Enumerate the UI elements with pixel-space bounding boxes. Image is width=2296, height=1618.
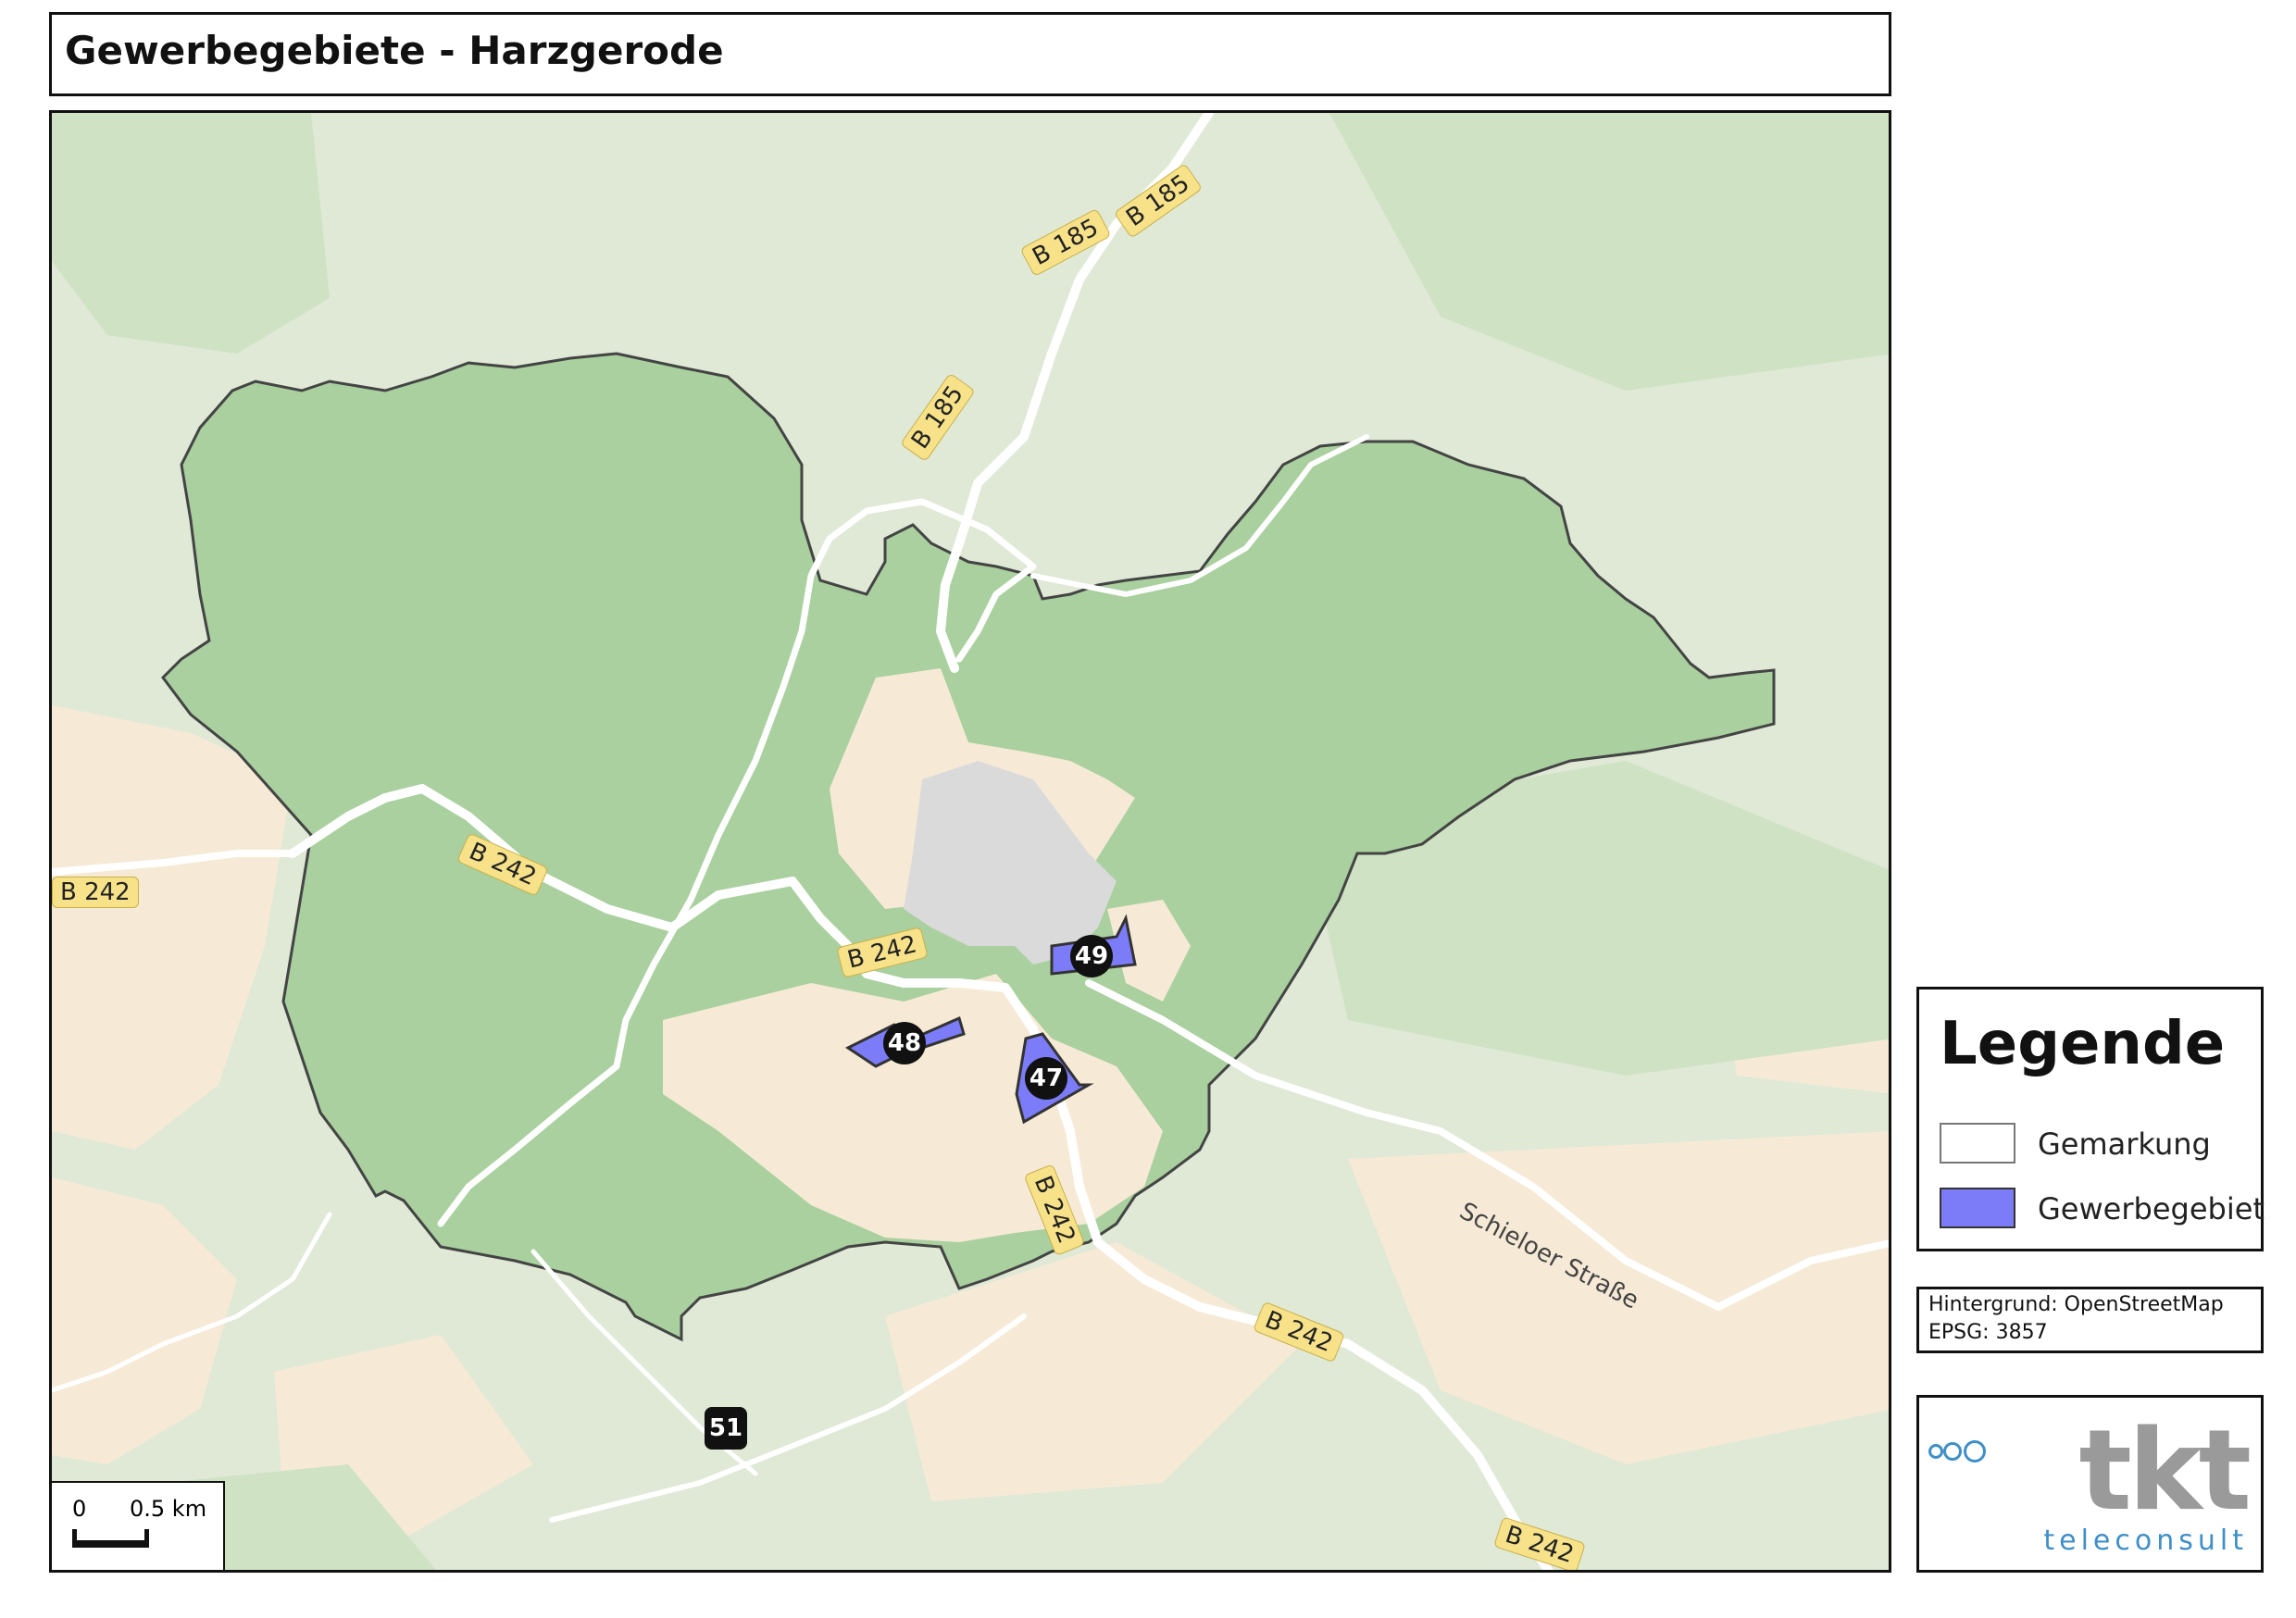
road-label: B 242 [52, 877, 139, 908]
title-box: Gewerbegebiete - Harzgerode [49, 12, 1891, 96]
source-line-background: Hintergrund: OpenStreetMap [1928, 1293, 2224, 1316]
map-frame[interactable]: B 185 B 185 B 185 B 242 B 242 B 242 B 24… [49, 110, 1891, 1573]
legend-swatch-gewerbegebiet [1940, 1188, 2015, 1228]
legend-swatch-gemarkung [1940, 1123, 2015, 1164]
legend-label-gemarkung: Gemarkung [2038, 1126, 2211, 1162]
scale-zero: 0 [72, 1496, 87, 1522]
logo-dot-small [1928, 1444, 1943, 1459]
logo-subtitle: teleconsult [2043, 1525, 2248, 1557]
logo-dot-large [1964, 1440, 1986, 1462]
scale-bar-line [72, 1540, 148, 1548]
area-marker-47[interactable]: 47 [1025, 1057, 1067, 1100]
scale-distance: 0.5 km [130, 1496, 207, 1522]
legend-label-gewerbegebiet: Gewerbegebiet [2038, 1191, 2265, 1226]
scale-bar: 0 0.5 km [52, 1481, 225, 1570]
area-marker-51[interactable]: 51 [705, 1407, 747, 1450]
logo-dot-medium [1943, 1442, 1962, 1461]
logo-wordmark: tkt [2078, 1407, 2252, 1536]
map-title: Gewerbegebiete - Harzgerode [65, 28, 724, 73]
legend: Legende Gemarkung Gewerbegebiet [1916, 987, 2265, 1251]
area-marker-48[interactable]: 48 [883, 1022, 926, 1064]
source-line-epsg: EPSG: 3857 [1928, 1321, 2048, 1344]
area-marker-49[interactable]: 49 [1070, 935, 1113, 977]
legend-title: Legende [1940, 1010, 2226, 1078]
company-logo: tkt teleconsult [1916, 1395, 2264, 1573]
source-box: Hintergrund: OpenStreetMap EPSG: 3857 [1916, 1287, 2264, 1353]
map-canvas [52, 113, 1889, 1570]
scale-tick-end [144, 1529, 149, 1548]
